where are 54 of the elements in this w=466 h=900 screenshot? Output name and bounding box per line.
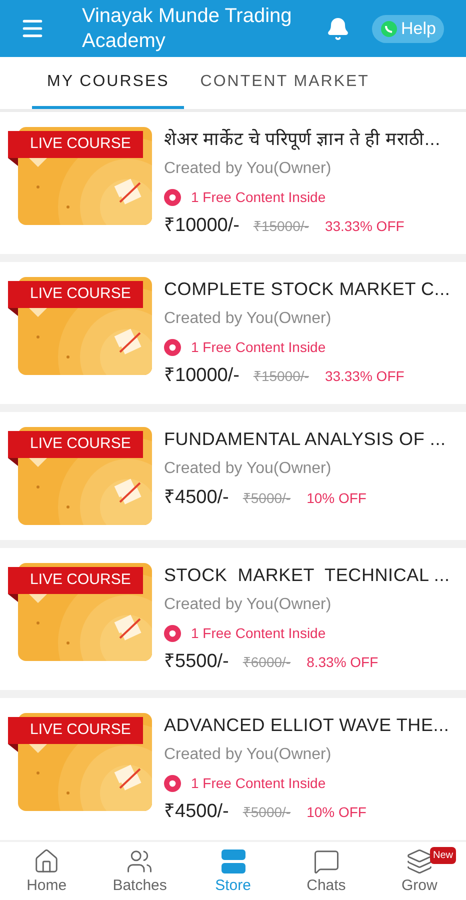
ribbon-fold-icon	[8, 458, 18, 466]
course-price: ₹4500/-	[164, 800, 229, 824]
store-icon	[220, 848, 246, 874]
course-title[interactable]: FUNDAMENTAL ANALYSIS OF ...	[164, 425, 446, 454]
discount-label: 33.33% OFF	[324, 216, 404, 236]
course-price: ₹10000/-	[164, 214, 240, 238]
free-content-label: 1 Free Content Inside	[191, 774, 326, 792]
course-title[interactable]: ADVANCED ELLIOT WAVE THE...	[164, 711, 450, 740]
course-price: ₹4500/-	[164, 486, 229, 510]
nav-tab[interactable]: Chats	[280, 842, 373, 900]
ribbon-fold-icon	[8, 594, 18, 602]
chats-icon	[312, 848, 340, 874]
home-icon	[33, 848, 60, 874]
discount-label: 8.33% OFF	[306, 652, 378, 672]
free-content-label: 1 Free Content Inside	[191, 624, 326, 642]
discount-label: 33.33% OFF	[324, 366, 404, 386]
course-title[interactable]: STOCK MARKET TECHNICAL ...	[164, 561, 450, 590]
new-badge: New	[430, 847, 456, 864]
live-course-ribbon: LIVE COURSE	[8, 431, 143, 458]
course-creator: Created by You(Owner)	[164, 159, 332, 179]
course-title[interactable]: COMPLETE STOCK MARKET C...	[164, 275, 450, 304]
live-course-ribbon: LIVE COURSE	[8, 281, 143, 308]
live-course-ribbon: LIVE COURSE	[8, 717, 143, 744]
nav-tab[interactable]: New Grow	[372, 842, 466, 900]
live-course-ribbon: LIVE COURSE	[8, 131, 143, 158]
ribbon-fold-icon	[8, 158, 18, 166]
original-price: ₹15000/-	[253, 366, 309, 386]
app-title: Vinayak Munde Trading Academy	[82, 4, 293, 54]
original-price: ₹5000/-	[242, 488, 291, 508]
course-creator: Created by You(Owner)	[164, 309, 332, 329]
original-price: ₹15000/-	[253, 216, 309, 236]
live-course-ribbon: LIVE COURSE	[8, 567, 143, 594]
nav-tab[interactable]: Batches	[93, 842, 186, 900]
course-price: ₹10000/-	[164, 364, 240, 388]
nav-tab[interactable]: Home	[0, 842, 94, 900]
free-content-label: 1 Free Content Inside	[191, 188, 326, 206]
tab[interactable]: MY COURSES	[32, 57, 184, 109]
grow-icon	[406, 848, 433, 874]
original-price: ₹6000/-	[242, 652, 291, 672]
chat-bubble-icon	[380, 20, 398, 38]
discount-label: 10% OFF	[306, 802, 366, 822]
free-content-label: 1 Free Content Inside	[191, 338, 326, 356]
discount-label: 10% OFF	[306, 488, 366, 508]
batches-icon	[126, 848, 154, 874]
original-price: ₹5000/-	[242, 802, 291, 822]
ribbon-fold-icon	[8, 744, 18, 752]
course-title[interactable]: शेअर मार्केट चे परिपूर्ण ज्ञान ते ही मराठी...	[164, 125, 440, 154]
course-price: ₹5500/-	[164, 650, 229, 674]
tab[interactable]: CONTENT MARKET	[185, 57, 384, 109]
course-creator: Created by You(Owner)	[164, 745, 332, 765]
course-creator: Created by You(Owner)	[164, 459, 332, 479]
course-creator: Created by You(Owner)	[164, 595, 332, 615]
notification-bell-icon[interactable]	[326, 16, 350, 40]
ribbon-fold-icon	[8, 308, 18, 316]
